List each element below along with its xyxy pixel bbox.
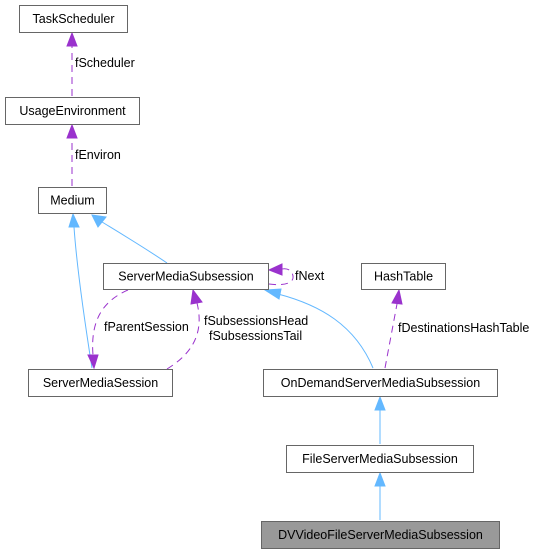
edge-label-fsubsessions-tail: fSubsessionsTail bbox=[209, 329, 302, 343]
node-label-fileservermediasubsession: FileServerMediaSubsession bbox=[302, 452, 458, 466]
edge-fdestinationshashtable: fDestinationsHashTable bbox=[384, 288, 529, 369]
node-dvvideofileservermediasubsession: DVVideoFileServerMediaSubsession bbox=[261, 521, 500, 549]
edge-subsession-inherits-medium bbox=[91, 214, 168, 264]
node-label-taskscheduler: TaskScheduler bbox=[33, 12, 115, 26]
node-servermediasession[interactable]: ServerMediaSession bbox=[28, 369, 173, 397]
edge-dvvideo-inherits-file bbox=[374, 471, 386, 520]
edge-fenviron: fEnviron bbox=[66, 123, 121, 186]
node-medium[interactable]: Medium bbox=[38, 187, 107, 214]
edge-label-fsubsessions-head: fSubsessionsHead bbox=[204, 314, 308, 328]
node-usageenvironment[interactable]: UsageEnvironment bbox=[5, 97, 140, 125]
node-hashtable[interactable]: HashTable bbox=[361, 263, 446, 290]
edge-label-fdestinationshashtable: fDestinationsHashTable bbox=[398, 321, 529, 335]
node-ondemandservermediasubsession[interactable]: OnDemandServerMediaSubsession bbox=[263, 369, 498, 397]
node-fileservermediasubsession[interactable]: FileServerMediaSubsession bbox=[286, 445, 474, 473]
edge-label-fnext: fNext bbox=[295, 269, 325, 283]
edge-label-fenviron: fEnviron bbox=[75, 148, 121, 162]
edge-fparentsession: fParentSession bbox=[87, 289, 189, 370]
node-servermediasubsession[interactable]: ServerMediaSubsession bbox=[103, 263, 269, 290]
node-label-hashtable: HashTable bbox=[374, 270, 433, 284]
collaboration-diagram: fScheduler fEnviron fNext fParentSession… bbox=[5, 5, 529, 549]
node-label-usageenvironment: UsageEnvironment bbox=[19, 104, 126, 118]
node-label-dvvideofileservermediasubsession: DVVideoFileServerMediaSubsession bbox=[278, 528, 483, 542]
node-label-ondemandservermediasubsession: OnDemandServerMediaSubsession bbox=[281, 376, 480, 390]
node-label-servermediasession: ServerMediaSession bbox=[43, 376, 158, 390]
edge-fscheduler: fScheduler bbox=[66, 31, 135, 96]
edge-file-inherits-ondemand bbox=[374, 395, 386, 444]
edge-label-fparentsession: fParentSession bbox=[104, 320, 189, 334]
edge-label-fscheduler: fScheduler bbox=[75, 56, 135, 70]
node-taskscheduler[interactable]: TaskScheduler bbox=[19, 5, 128, 33]
node-label-medium: Medium bbox=[50, 194, 94, 208]
edge-session-inherits-medium bbox=[68, 212, 93, 369]
edge-fnext: fNext bbox=[267, 263, 325, 286]
node-label-servermediasubsession: ServerMediaSubsession bbox=[118, 270, 254, 284]
